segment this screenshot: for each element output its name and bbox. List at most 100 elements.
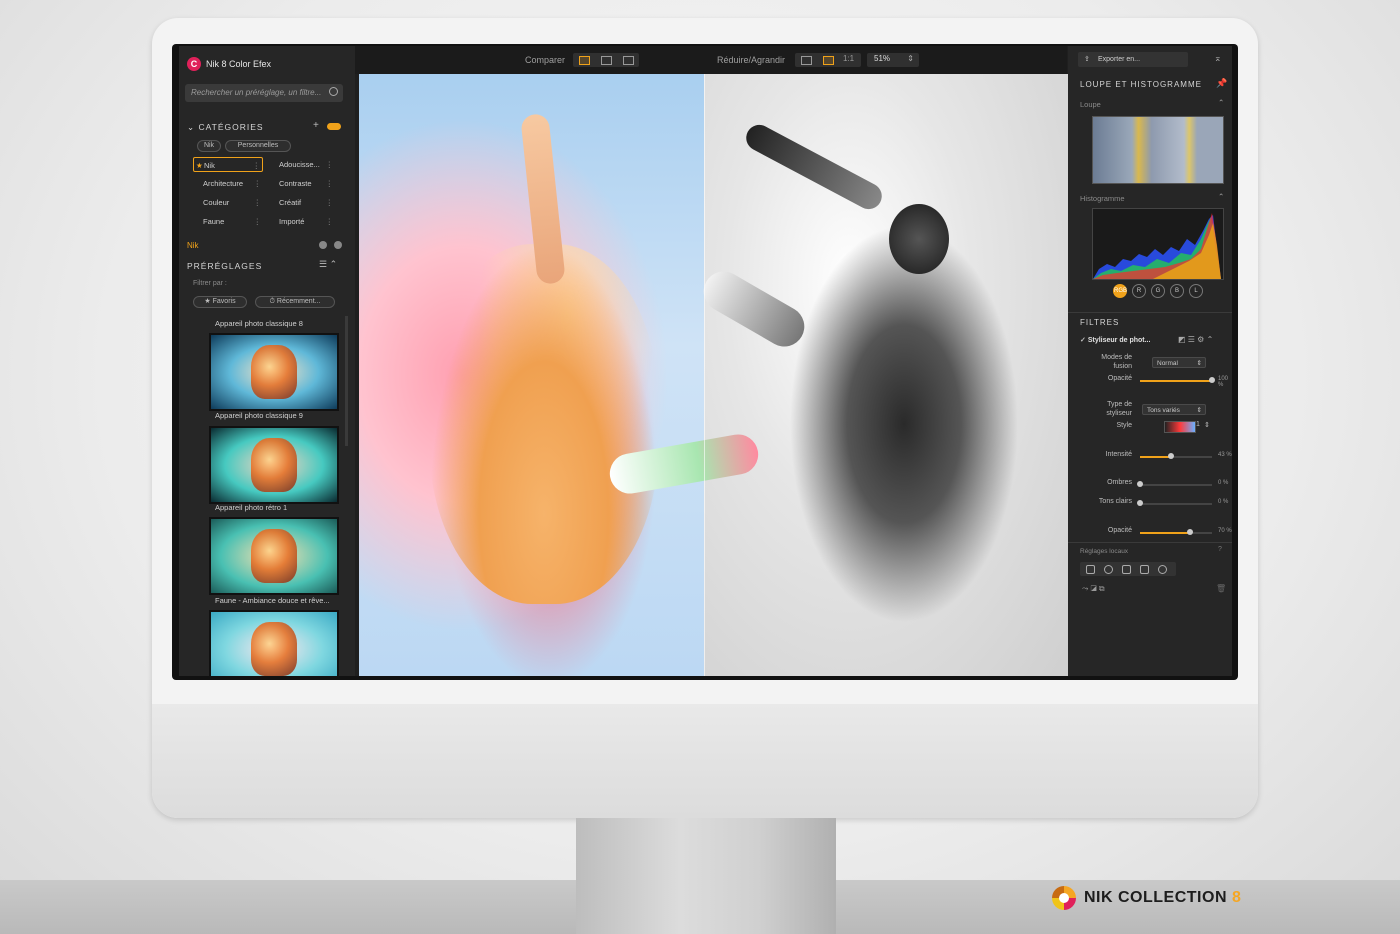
style-swatch[interactable]	[1164, 421, 1196, 433]
zoom-buttons: 1:1	[795, 53, 861, 67]
preset-thumbnail[interactable]	[209, 333, 339, 411]
checkmark-icon[interactable]: ✓	[1080, 337, 1088, 344]
category-couleur[interactable]: Couleur ⋮	[193, 195, 263, 210]
favorites-button[interactable]: ★ Favoris	[193, 296, 247, 308]
more-icon[interactable]: ⋮	[254, 214, 262, 229]
filter-name: Styliseur de phot...	[1087, 337, 1151, 344]
filter-header[interactable]: ✓ Styliseur de phot...	[1080, 336, 1150, 344]
more-icon[interactable]: ⋮	[254, 195, 262, 210]
fit-icon[interactable]	[801, 56, 812, 65]
category-label: Contraste	[279, 179, 312, 188]
category-nik[interactable]: ★ Nik ⋮	[193, 157, 263, 172]
preset-label: Appareil photo classique 9	[215, 411, 303, 420]
category-importe[interactable]: Importé ⋮	[269, 214, 335, 229]
brand-version: 8	[1231, 889, 1242, 906]
app-titlebar: C Nik 8 Color Efex	[187, 56, 271, 72]
loupe-label: Loupe	[1080, 100, 1101, 109]
histogram	[1092, 208, 1224, 280]
compare-buttons	[573, 53, 639, 67]
category-adoucisse[interactable]: Adoucisse... ⋮	[269, 157, 335, 172]
preset-thumbnail[interactable]	[209, 610, 339, 676]
search-input[interactable]: Rechercher un préréglage, un filtre...	[185, 84, 343, 102]
category-architecture[interactable]: Architecture ⋮	[193, 176, 263, 191]
channel-b-button[interactable]: B	[1170, 284, 1184, 298]
compare-label: Comparer	[525, 55, 566, 65]
recent-button[interactable]: ⏱ Récemment...	[255, 296, 335, 308]
opacity-slider[interactable]	[1140, 377, 1215, 383]
fill-icon[interactable]	[823, 56, 834, 65]
styliser-type-label: Type de styliseur	[1106, 401, 1132, 417]
more-icon[interactable]: ⋮	[253, 158, 261, 173]
side-by-side-icon[interactable]	[601, 56, 612, 65]
brand-name: NIK COLLECTION 8	[1084, 889, 1241, 907]
list-view-icon[interactable]: ☰ ⌃	[319, 259, 337, 270]
prev-icon[interactable]	[319, 241, 327, 249]
zoom-select[interactable]: 51% ⇕	[867, 53, 919, 67]
tab-nik[interactable]: Nik	[197, 140, 221, 152]
more-icon[interactable]: ⋮	[326, 195, 334, 210]
one-to-one-button[interactable]: 1:1	[843, 54, 854, 63]
channel-rgb-button[interactable]: RGB	[1113, 284, 1127, 298]
split-view-icon[interactable]	[579, 56, 590, 65]
tab-personnelles[interactable]: Personnelles	[225, 140, 291, 152]
preset-label: Appareil photo rétro 1	[215, 503, 288, 512]
chevron-up-icon[interactable]: ⌃	[1218, 98, 1224, 107]
chevron-updown-icon: ⇕	[907, 54, 914, 63]
more-icon[interactable]: ⋮	[326, 157, 334, 172]
radial-icon[interactable]	[1104, 565, 1113, 574]
category-label: Nik	[204, 161, 215, 170]
channel-g-button[interactable]: G	[1151, 284, 1165, 298]
intensity-slider[interactable]	[1140, 453, 1212, 459]
brand-logo: NIK COLLECTION 8	[1052, 886, 1241, 910]
category-faune[interactable]: Faune ⋮	[193, 214, 263, 229]
opacity2-label: Opacité	[1107, 527, 1132, 534]
image-preview[interactable]	[359, 74, 1068, 676]
more-icon[interactable]: ⋮	[326, 214, 334, 229]
highlights-slider[interactable]	[1137, 500, 1212, 506]
stacked-view-icon[interactable]	[623, 56, 634, 65]
brush-icon[interactable]	[1140, 565, 1149, 574]
channel-r-button[interactable]: R	[1132, 284, 1146, 298]
polygon-icon[interactable]	[1122, 565, 1131, 574]
preset-scrollbar[interactable]	[345, 316, 348, 446]
more-icon[interactable]: ⋮	[254, 176, 262, 191]
category-label: Importé	[279, 217, 305, 226]
divider	[1068, 312, 1232, 313]
styliser-type-select[interactable]: Tons variés ⇕	[1142, 404, 1206, 415]
category-label: Créatif	[279, 198, 302, 207]
mask-tools-icon[interactable]: ⤳ ◪ ⧉	[1082, 584, 1105, 594]
channel-l-button[interactable]: L	[1189, 284, 1203, 298]
app-title: Nik 8 Color Efex	[206, 59, 272, 69]
blend-mode-label: Modes de fusion	[1101, 354, 1132, 370]
chevron-up-icon[interactable]: ⌃	[1218, 192, 1224, 201]
recent-label: Récemment...	[276, 298, 321, 305]
add-icon[interactable]: +	[313, 120, 319, 131]
next-icon[interactable]	[334, 241, 342, 249]
pin-icon[interactable]: 📌	[1216, 78, 1227, 89]
luminosity-icon[interactable]	[1158, 565, 1167, 574]
collapse-icon[interactable]: ⌅	[1214, 53, 1222, 64]
blend-mode-select[interactable]: Normal ⇕	[1152, 357, 1206, 368]
help-icon[interactable]: ?	[1218, 546, 1222, 553]
preset-thumbnail[interactable]	[209, 517, 339, 595]
filter-label: Filtrer par :	[193, 280, 227, 287]
search-icon[interactable]	[329, 87, 338, 96]
chevron-updown-icon[interactable]: ⇕	[1204, 421, 1210, 429]
categories-header[interactable]: ⌄ CATÉGORIES	[187, 122, 264, 133]
trash-icon[interactable]: 🗑	[1216, 584, 1226, 593]
loupe-preview[interactable]	[1092, 116, 1224, 184]
categories-toggle[interactable]	[327, 123, 341, 130]
more-icon[interactable]: ⋮	[326, 176, 334, 191]
category-contraste[interactable]: Contraste ⋮	[269, 176, 335, 191]
export-button[interactable]: ⇪ Exporter en...	[1078, 52, 1188, 67]
divider	[1068, 542, 1232, 543]
category-creatif[interactable]: Créatif ⋮	[269, 195, 335, 210]
star-icon: ★	[196, 161, 203, 170]
local-adjust-label: Réglages locaux	[1080, 548, 1129, 555]
shadows-slider[interactable]	[1137, 481, 1212, 487]
preset-thumbnail[interactable]	[209, 426, 339, 504]
opacity2-slider[interactable]	[1140, 529, 1212, 535]
filter-tools-icon[interactable]: ◩ ☰ ⚙ ⌃	[1178, 335, 1213, 344]
control-point-icon[interactable]	[1086, 565, 1095, 574]
compare-split-handle[interactable]	[704, 74, 705, 676]
